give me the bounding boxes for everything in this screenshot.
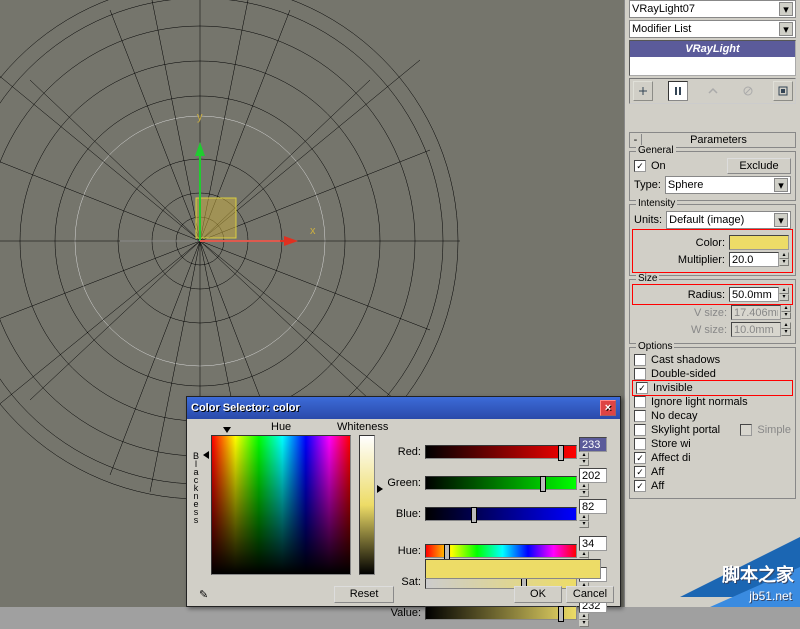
- blue-spinner[interactable]: ▴▾: [579, 499, 607, 528]
- dialog-titlebar[interactable]: Color Selector: color ×: [187, 397, 620, 419]
- wsize-label: W size:: [634, 324, 729, 336]
- svg-text:y: y: [197, 111, 203, 123]
- multiplier-input[interactable]: [729, 252, 779, 267]
- multiplier-spinner[interactable]: ▴▾: [729, 252, 789, 267]
- vsize-spinner: ▴▾: [731, 305, 791, 320]
- modifier-toolbar: [629, 78, 796, 104]
- skylight-portal-checkbox[interactable]: [634, 424, 646, 436]
- group-intensity: Intensity Units: Default (image) ▾ Color…: [629, 204, 796, 276]
- no-decay-checkbox[interactable]: [634, 410, 646, 422]
- whiteness-bar[interactable]: [359, 435, 375, 575]
- make-unique-button[interactable]: [703, 81, 723, 101]
- color-label: Color:: [636, 237, 727, 249]
- type-label: Type:: [634, 179, 663, 191]
- on-label: On: [651, 160, 666, 172]
- exclude-button[interactable]: Exclude: [727, 158, 791, 174]
- hue-pointer-icon: [223, 427, 231, 433]
- green-spinner[interactable]: ▴▾: [579, 468, 607, 497]
- wsize-spinner: ▴▾: [731, 322, 791, 337]
- vsize-input: [731, 305, 781, 320]
- aff-checkbox-1[interactable]: ✓: [634, 466, 646, 478]
- vsize-label: V size:: [634, 307, 729, 319]
- spinner-up-icon[interactable]: ▴: [779, 287, 789, 294]
- group-options: Options Cast shadows Double-sided ✓Invis…: [629, 347, 796, 499]
- configure-sets-button[interactable]: [773, 81, 793, 101]
- spinner-up-icon: ▴: [781, 322, 791, 329]
- multiplier-label: Multiplier:: [636, 254, 727, 266]
- units-dropdown[interactable]: Default (image) ▾: [666, 211, 791, 229]
- show-end-result-button[interactable]: [668, 81, 688, 101]
- chevron-down-icon: ▾: [779, 2, 793, 16]
- radius-label: Radius:: [636, 289, 727, 301]
- hue-field[interactable]: [211, 435, 351, 575]
- aff-checkbox-2[interactable]: ✓: [634, 480, 646, 492]
- modifier-stack[interactable]: VRayLight: [629, 40, 796, 76]
- color-selector-dialog[interactable]: Color Selector: color × Hue Whiteness Bl…: [186, 396, 621, 607]
- reset-button[interactable]: Reset: [334, 586, 394, 603]
- spinner-down-icon[interactable]: ▾: [779, 294, 789, 301]
- spinner-down-icon: ▾: [781, 312, 791, 319]
- double-sided-checkbox[interactable]: [634, 368, 646, 380]
- chevron-down-icon: ▾: [779, 22, 793, 36]
- remove-modifier-button[interactable]: [738, 81, 758, 101]
- hue-header: Hue: [271, 421, 291, 433]
- object-name: VRayLight07: [632, 3, 779, 15]
- radius-input[interactable]: [729, 287, 779, 302]
- red-spinner[interactable]: ▴▾: [579, 437, 607, 466]
- command-panel: VRayLight07 ▾ Modifier List ▾ VRayLight …: [624, 0, 800, 607]
- watermark-text: 脚本之家: [722, 561, 794, 587]
- close-button[interactable]: ×: [600, 400, 616, 416]
- radius-spinner[interactable]: ▴▾: [729, 287, 789, 302]
- blue-slider[interactable]: [425, 507, 577, 521]
- cancel-button[interactable]: Cancel: [566, 586, 614, 603]
- invisible-checkbox[interactable]: ✓: [636, 382, 648, 394]
- red-slider[interactable]: [425, 445, 577, 459]
- object-name-dropdown[interactable]: VRayLight07 ▾: [629, 0, 796, 18]
- spinner-up-icon[interactable]: ▴: [779, 252, 789, 259]
- transform-gizmo[interactable]: y x: [120, 111, 316, 246]
- dialog-title: Color Selector: color: [191, 402, 300, 414]
- spinner-down-icon[interactable]: ▾: [779, 259, 789, 266]
- spinner-up-icon: ▴: [781, 305, 791, 312]
- affect-di-checkbox[interactable]: ✓: [634, 452, 646, 464]
- cast-shadows-checkbox[interactable]: [634, 354, 646, 366]
- stack-item-vraylight[interactable]: VRayLight: [630, 41, 795, 57]
- modifier-list-dropdown[interactable]: Modifier List ▾: [629, 20, 796, 38]
- type-dropdown[interactable]: Sphere ▾: [665, 176, 791, 194]
- pin-stack-button[interactable]: [633, 81, 653, 101]
- on-checkbox[interactable]: ✓: [634, 160, 646, 172]
- whiteness-header: Whiteness: [337, 421, 388, 433]
- value-slider[interactable]: [425, 606, 577, 620]
- units-label: Units:: [634, 214, 664, 226]
- chevron-down-icon: ▾: [774, 178, 788, 192]
- ignore-normals-checkbox[interactable]: [634, 396, 646, 408]
- chevron-down-icon: ▾: [774, 213, 788, 227]
- blackness-pointer-icon: [203, 451, 209, 459]
- svg-text:x: x: [310, 225, 316, 237]
- group-general: General ✓ On Exclude Type: Sphere ▾: [629, 151, 796, 201]
- store-wi-checkbox[interactable]: [634, 438, 646, 450]
- eyedropper-icon[interactable]: ✎: [193, 586, 214, 603]
- wsize-input: [731, 322, 781, 337]
- hue-slider[interactable]: [425, 544, 577, 558]
- modifier-list-label: Modifier List: [632, 23, 779, 35]
- ok-button[interactable]: OK: [514, 586, 562, 603]
- group-size: Size Radius: ▴▾ V size: ▴▾ W size: ▴▾: [629, 279, 796, 344]
- output-color-swatch: [425, 559, 601, 579]
- spinner-down-icon: ▾: [781, 329, 791, 336]
- whiteness-pointer-icon: [377, 485, 383, 493]
- simple-checkbox: [740, 424, 752, 436]
- color-swatch[interactable]: [729, 235, 789, 250]
- green-slider[interactable]: [425, 476, 577, 490]
- watermark-url: jb51.net: [749, 589, 792, 603]
- blackness-header: Blackness: [191, 451, 201, 523]
